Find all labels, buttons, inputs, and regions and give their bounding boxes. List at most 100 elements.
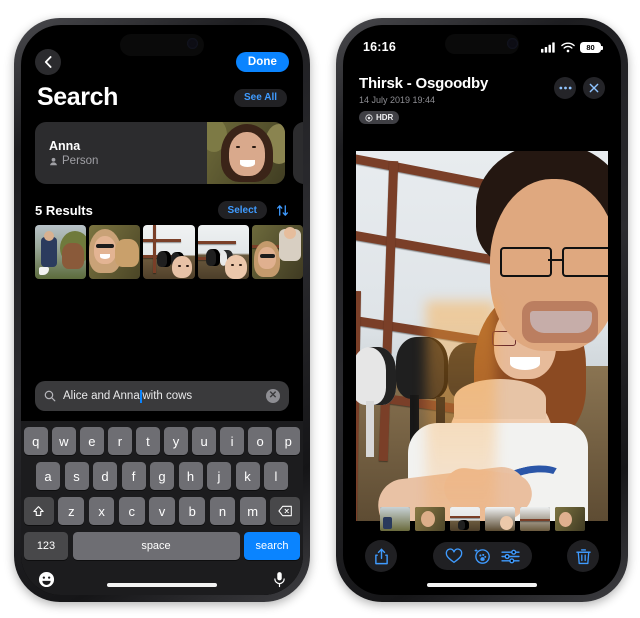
front-camera-dot	[507, 38, 519, 49]
favorite-button[interactable]	[445, 548, 463, 564]
search-input-value: Alice and Anna with cows	[63, 389, 259, 403]
results-tools: Select	[217, 201, 289, 219]
more-options-button[interactable]	[554, 77, 576, 99]
photo-header: Thirsk - Osgoodby 14 July 2019 19:44 HDR	[343, 75, 621, 127]
person-photo-scene	[207, 122, 285, 184]
filmstrip-thumbnail[interactable]	[449, 507, 480, 531]
key-t[interactable]: t	[136, 427, 160, 455]
visual-lookup-button[interactable]	[473, 547, 491, 565]
trash-icon	[575, 548, 591, 564]
key-q[interactable]: q	[24, 427, 48, 455]
close-button[interactable]	[583, 77, 605, 99]
key-l[interactable]: l	[264, 462, 288, 490]
key-k[interactable]: k	[235, 462, 260, 490]
result-thumbnail[interactable]	[197, 225, 249, 279]
shift-key[interactable]	[23, 497, 54, 525]
adjust-button[interactable]	[500, 549, 520, 564]
key-m[interactable]: m	[239, 497, 266, 525]
filmstrip-thumbnail[interactable]	[554, 507, 585, 531]
page-title: Search	[37, 83, 118, 111]
delete-button[interactable]	[567, 540, 599, 572]
key-f[interactable]: f	[121, 462, 146, 490]
key-x[interactable]: x	[88, 497, 115, 525]
person-name: Anna	[49, 139, 81, 153]
done-button[interactable]: Done	[235, 52, 289, 72]
key-c[interactable]: c	[118, 497, 145, 525]
result-thumbnail[interactable]	[89, 225, 141, 279]
person-icon	[50, 157, 57, 165]
key-g[interactable]: g	[150, 462, 174, 490]
key-v[interactable]: v	[149, 497, 175, 525]
person-card-next-peek[interactable]	[293, 122, 303, 184]
chevron-left-icon	[44, 56, 52, 68]
share-upload-icon	[374, 548, 388, 564]
backspace-icon	[277, 505, 292, 517]
photo-scene	[356, 151, 608, 521]
status-time: 16:16	[363, 40, 396, 54]
numbers-key[interactable]: 123	[24, 532, 68, 560]
search-icon	[44, 390, 56, 402]
result-thumbnail[interactable]	[143, 225, 195, 279]
battery-level: 80	[586, 42, 595, 52]
adjustments-sliders-icon	[500, 549, 520, 563]
key-s[interactable]: s	[64, 462, 89, 490]
key-y[interactable]: y	[164, 427, 188, 455]
battery-indicator: 80	[580, 41, 603, 53]
search-input[interactable]: Alice and Anna with cows ✕	[35, 381, 289, 411]
share-button[interactable]	[365, 540, 397, 572]
photo-title: Thirsk - Osgoodby	[359, 75, 489, 92]
back-button[interactable]	[35, 49, 61, 75]
key-n[interactable]: n	[209, 497, 236, 525]
search-return-key[interactable]: search	[244, 532, 300, 560]
key-r[interactable]: r	[108, 427, 132, 455]
key-o[interactable]: o	[248, 427, 272, 455]
key-j[interactable]: j	[207, 462, 231, 490]
person-cards-row: Anna Person	[21, 122, 303, 184]
key-a[interactable]: a	[36, 462, 60, 490]
person-card-anna[interactable]: Anna Person	[35, 122, 285, 184]
key-p[interactable]: p	[276, 427, 300, 455]
sort-button[interactable]	[276, 204, 289, 217]
keyboard-bottom-bar	[24, 567, 300, 593]
backspace-key[interactable]	[270, 497, 301, 525]
screenshot-canvas: Done Search See All Anna Person 5 Result…	[0, 0, 640, 618]
key-i[interactable]: i	[220, 427, 244, 455]
photo-header-buttons	[554, 77, 605, 99]
photo-viewer[interactable]	[356, 151, 608, 521]
filmstrip-thumbnail[interactable]	[484, 507, 515, 531]
keyboard-row-4: 123 space search	[24, 532, 300, 560]
result-thumbnail[interactable]	[35, 225, 87, 279]
keyboard-row-1: q w e r t y u i o p	[24, 427, 300, 455]
filmstrip-thumbnail[interactable]	[414, 507, 445, 531]
emoji-smiley-icon	[38, 571, 55, 588]
key-d[interactable]: d	[93, 462, 117, 490]
key-b[interactable]: b	[179, 497, 206, 525]
select-button[interactable]: Select	[217, 201, 267, 219]
person-card-text: Anna Person	[49, 139, 98, 167]
key-u[interactable]: u	[192, 427, 216, 455]
hdr-badge: HDR	[359, 111, 400, 124]
key-z[interactable]: z	[58, 497, 85, 525]
filmstrip-thumbnail[interactable]	[519, 507, 550, 531]
visual-lookup-paw-icon	[473, 548, 490, 564]
result-thumbnail[interactable]	[251, 225, 303, 279]
photo-filmstrip[interactable]	[343, 506, 621, 532]
key-w[interactable]: w	[52, 427, 76, 455]
key-e[interactable]: e	[80, 427, 104, 455]
results-thumbnail-strip	[35, 225, 303, 279]
dictation-key[interactable]	[273, 571, 286, 593]
photo-header-row: Thirsk - Osgoodby 14 July 2019 19:44	[359, 75, 605, 105]
results-header-row: 5 Results Select	[21, 197, 303, 223]
search-text-after-caret: with cows	[142, 390, 193, 402]
see-all-button[interactable]: See All	[234, 88, 287, 107]
wifi-icon	[561, 41, 575, 52]
key-h[interactable]: h	[178, 462, 203, 490]
person-subtitle: Person	[62, 155, 99, 167]
space-key[interactable]: space	[72, 532, 240, 560]
emoji-key[interactable]	[38, 571, 55, 593]
more-ellipsis-icon	[558, 86, 572, 90]
clear-search-button[interactable]: ✕	[266, 389, 280, 403]
home-indicator	[107, 583, 217, 587]
search-text-before-caret: Alice and Anna	[63, 390, 140, 402]
filmstrip-thumbnail[interactable]	[379, 507, 410, 531]
